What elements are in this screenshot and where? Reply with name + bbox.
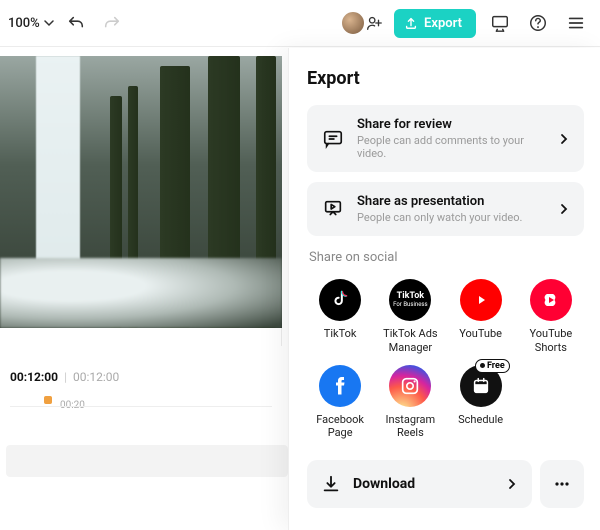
- chevron-right-icon: [506, 478, 518, 490]
- video-preview[interactable]: [0, 56, 282, 328]
- device-icon: [490, 13, 510, 33]
- card-text: Share as presentation People can only wa…: [357, 194, 546, 224]
- menu-button[interactable]: [562, 9, 590, 37]
- social-tiktok-ads[interactable]: TikTok For Business TikTok Ads Manager: [377, 279, 443, 355]
- card-title: Share for review: [357, 117, 546, 132]
- social-label: YouTube Shorts: [518, 327, 584, 355]
- export-bottom-row: Download: [307, 460, 584, 508]
- tiktok-ads-icon: TikTok For Business: [389, 279, 431, 321]
- time-separator: |: [64, 370, 67, 384]
- social-schedule[interactable]: Free Schedule: [448, 365, 514, 441]
- top-bar: 100% Export: [0, 0, 600, 46]
- collaborators[interactable]: [340, 10, 384, 36]
- track-strip[interactable]: [6, 445, 288, 477]
- canvas-area: [0, 56, 282, 346]
- social-youtube-shorts[interactable]: YouTube Shorts: [518, 279, 584, 355]
- timeline: 00:12:00 | 00:12:00 00:20: [0, 362, 282, 438]
- presentation-icon: [321, 197, 345, 221]
- zoom-dropdown[interactable]: 100%: [8, 16, 54, 31]
- add-collaborator-button[interactable]: [364, 13, 384, 33]
- share-for-review-card[interactable]: Share for review People can add comments…: [307, 105, 584, 172]
- current-time: 00:12:00: [10, 370, 58, 384]
- share-on-social-label: Share on social: [309, 250, 584, 265]
- avatar-icon: [340, 10, 366, 36]
- tiktok-icon: [319, 279, 361, 321]
- social-label: Instagram Reels: [377, 413, 443, 441]
- instagram-icon: [389, 365, 431, 407]
- upload-icon: [404, 16, 418, 30]
- social-label: Schedule: [458, 413, 503, 439]
- redo-button[interactable]: [98, 9, 126, 37]
- youtube-shorts-icon: [530, 279, 572, 321]
- export-button-label: Export: [424, 16, 462, 31]
- more-options-button[interactable]: [540, 460, 584, 508]
- download-icon: [321, 474, 341, 494]
- social-facebook-page[interactable]: Facebook Page: [307, 365, 373, 441]
- facebook-icon: [319, 365, 361, 407]
- social-label: TikTok Ads Manager: [377, 327, 443, 355]
- download-button[interactable]: Download: [307, 460, 532, 508]
- social-youtube[interactable]: YouTube: [448, 279, 514, 355]
- playhead[interactable]: [44, 396, 52, 404]
- chevron-right-icon: [558, 203, 570, 215]
- card-title: Share as presentation: [357, 194, 546, 209]
- badge-text: Free: [487, 361, 505, 371]
- header-divider: [0, 46, 600, 47]
- share-as-presentation-card[interactable]: Share as presentation People can only wa…: [307, 182, 584, 236]
- undo-button[interactable]: [62, 9, 90, 37]
- chevron-right-icon: [558, 133, 570, 145]
- total-duration: 00:12:00: [73, 370, 119, 384]
- download-label: Download: [353, 476, 494, 492]
- ruler-line: [10, 406, 272, 407]
- help-button[interactable]: [524, 9, 552, 37]
- top-bar-left: 100%: [8, 9, 126, 37]
- card-subtitle: People can only watch your video.: [357, 211, 546, 224]
- more-icon: [552, 474, 572, 494]
- top-bar-right: Export: [340, 9, 590, 38]
- chevron-down-icon: [44, 18, 54, 28]
- youtube-icon: [460, 279, 502, 321]
- free-badge: Free: [475, 359, 510, 373]
- foam-graphic: [0, 258, 282, 328]
- social-label: Facebook Page: [307, 413, 373, 441]
- chat-icon: [321, 127, 345, 151]
- social-label: TikTok: [324, 327, 357, 353]
- card-subtitle: People can add comments to your video.: [357, 134, 546, 160]
- menu-icon: [566, 13, 586, 33]
- social-label: YouTube: [459, 327, 502, 353]
- redo-icon: [103, 14, 121, 32]
- social-instagram-reels[interactable]: Instagram Reels: [377, 365, 443, 441]
- zoom-value: 100%: [8, 16, 40, 31]
- add-person-icon: [365, 14, 383, 32]
- time-readout: 00:12:00 | 00:12:00: [10, 370, 272, 384]
- export-panel-title: Export: [307, 68, 584, 89]
- social-grid: TikTok TikTok For Business TikTok Ads Ma…: [307, 279, 584, 440]
- device-button[interactable]: [486, 9, 514, 37]
- time-ruler[interactable]: 00:20: [10, 396, 272, 430]
- export-button[interactable]: Export: [394, 9, 476, 38]
- help-icon: [528, 13, 548, 33]
- undo-icon: [67, 14, 85, 32]
- social-tiktok[interactable]: TikTok: [307, 279, 373, 355]
- card-text: Share for review People can add comments…: [357, 117, 546, 160]
- export-panel: Export Share for review People can add c…: [288, 48, 600, 530]
